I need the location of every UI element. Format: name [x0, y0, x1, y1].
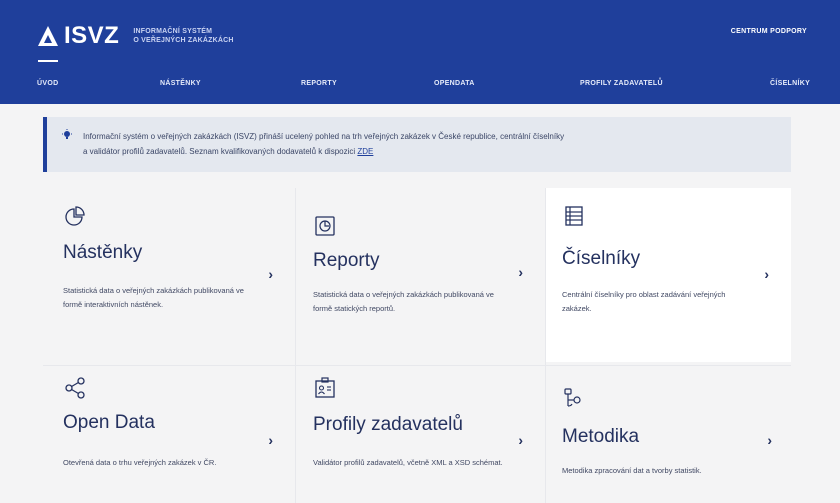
- chevron-right-icon[interactable]: ›: [268, 266, 273, 282]
- card-title: Nástěnky: [63, 242, 143, 263]
- info-line1: Informační systém o veřejných zakázkách …: [83, 132, 565, 141]
- card-title: Metodika: [562, 426, 640, 447]
- logo[interactable]: ISVZ INFORMAČNÍ SYSTÉM O VEŘEJNÝCH ZAKÁZ…: [38, 22, 234, 50]
- info-banner: Informační systém o veřejných zakázkách …: [43, 117, 791, 172]
- nav-item-opendata[interactable]: OPENDATA: [434, 80, 475, 87]
- nav-item-reporty[interactable]: REPORTY: [301, 80, 337, 87]
- info-text: Informační systém o veřejných zakázkách …: [83, 129, 773, 159]
- chevron-right-icon[interactable]: ›: [518, 264, 523, 280]
- methodology-icon: [564, 388, 581, 407]
- support-center-link[interactable]: CENTRUM PODPORY: [731, 28, 807, 35]
- card-description: Statistická data o veřejných zakázkách p…: [63, 286, 244, 309]
- card-open-data[interactable]: Open Data › Otevřená data o trhu veřejný…: [47, 370, 295, 503]
- card-description: Statistická data o veřejných zakázkách p…: [313, 290, 494, 313]
- divider: [295, 188, 296, 503]
- share-icon: [65, 377, 85, 399]
- card-nastenky[interactable]: Nástěnky › Statistická data o veřejných …: [47, 188, 295, 368]
- card-profily-zadavatelu[interactable]: Profily zadavatelů › Validátor profilů z…: [297, 370, 545, 503]
- logo-text: ISVZ: [64, 22, 120, 49]
- logo-subtitle: INFORMAČNÍ SYSTÉM O VEŘEJNÝCH ZAKÁZKÁCH: [133, 27, 233, 45]
- chevron-right-icon[interactable]: ›: [767, 432, 772, 448]
- card-title: Open Data: [63, 412, 155, 433]
- card-description: Metodika zpracování dat a tvorby statist…: [562, 466, 702, 475]
- card-metodika[interactable]: Metodika › Metodika zpracování dat a tvo…: [546, 370, 794, 503]
- card-title: Číselníky: [562, 248, 641, 269]
- info-line2: a validátor profilů zadavatelů. Seznam k…: [83, 144, 773, 159]
- lightbulb-icon: [62, 129, 72, 139]
- card-description: Validátor profilů zadavatelů, včetně XML…: [313, 458, 503, 467]
- card-title: Profily zadavatelů: [313, 414, 463, 435]
- logo-triangle-icon: [38, 26, 58, 46]
- nav-item-nastenky[interactable]: NÁSTĚNKY: [160, 80, 201, 87]
- main-nav: ÚVOD NÁSTĚNKY REPORTY OPENDATA PROFILY Z…: [0, 72, 840, 100]
- active-nav-indicator: [38, 60, 58, 62]
- logo-subtitle-line2: O VEŘEJNÝCH ZAKÁZKÁCH: [133, 37, 234, 44]
- card-description: Otevřená data o trhu veřejných zakázek v…: [63, 458, 217, 467]
- nav-item-profily[interactable]: PROFILY ZADAVATELŮ: [580, 80, 663, 87]
- info-line2-text: a validátor profilů zadavatelů. Seznam k…: [83, 147, 356, 156]
- report-icon: [315, 216, 335, 236]
- chevron-right-icon[interactable]: ›: [268, 432, 273, 448]
- nav-item-ciselniky[interactable]: ČÍSELNÍKY: [770, 80, 810, 87]
- chevron-right-icon[interactable]: ›: [518, 432, 523, 448]
- profile-card-icon: [315, 377, 335, 398]
- card-description: Centrální číselníky pro oblast zadávání …: [562, 290, 726, 313]
- pie-chart-icon: [65, 206, 85, 226]
- list-icon: [565, 206, 583, 226]
- card-title: Reporty: [313, 250, 380, 271]
- chevron-right-icon[interactable]: ›: [764, 266, 769, 282]
- nav-item-uvod[interactable]: ÚVOD: [37, 80, 58, 87]
- logo-subtitle-line1: INFORMAČNÍ SYSTÉM: [133, 28, 213, 35]
- info-link-zde[interactable]: ZDE: [357, 147, 373, 156]
- card-reporty[interactable]: Reporty › Statistická data o veřejných z…: [297, 188, 545, 368]
- site-header: ISVZ INFORMAČNÍ SYSTÉM O VEŘEJNÝCH ZAKÁZ…: [0, 0, 840, 104]
- card-ciselniky[interactable]: Číselníky › Centrální číselníky pro obla…: [546, 188, 791, 362]
